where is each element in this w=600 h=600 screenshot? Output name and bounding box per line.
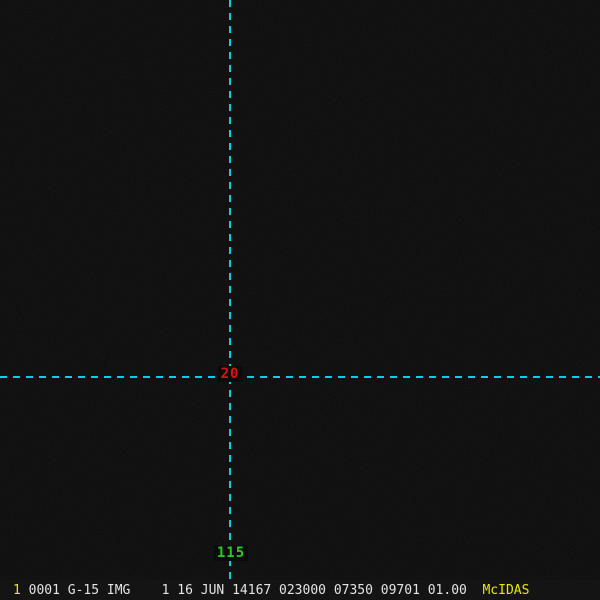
dataset-position: 0001 (28, 582, 60, 598)
latitude-gridline (0, 376, 600, 378)
magnification-factor: 01.00 (427, 582, 467, 598)
image-time: 023000 (279, 582, 326, 598)
longitude-gridline (229, 0, 231, 580)
longitude-value-label: 115 (213, 545, 249, 561)
latitude-value-label: 20 (217, 366, 243, 382)
sensor-name: G-15 (67, 582, 100, 598)
mcidas-brand-label: McIDAS (482, 582, 530, 598)
status-bar: 1 0001 G-15 IMG 1 16 JUN 14167 023000 07… (0, 580, 600, 600)
image-element: 09701 (380, 582, 420, 598)
data-type: IMG (106, 582, 131, 598)
image-line: 07350 (333, 582, 373, 598)
satellite-image-canvas[interactable] (0, 0, 600, 600)
mcidas-display-window: 20 115 1 0001 G-15 IMG 1 16 JUN 14167 02… (0, 0, 600, 600)
frame-number: 1 (13, 582, 21, 598)
image-date: 16 JUN 14167 (177, 582, 272, 598)
band-number: 1 (161, 582, 170, 598)
